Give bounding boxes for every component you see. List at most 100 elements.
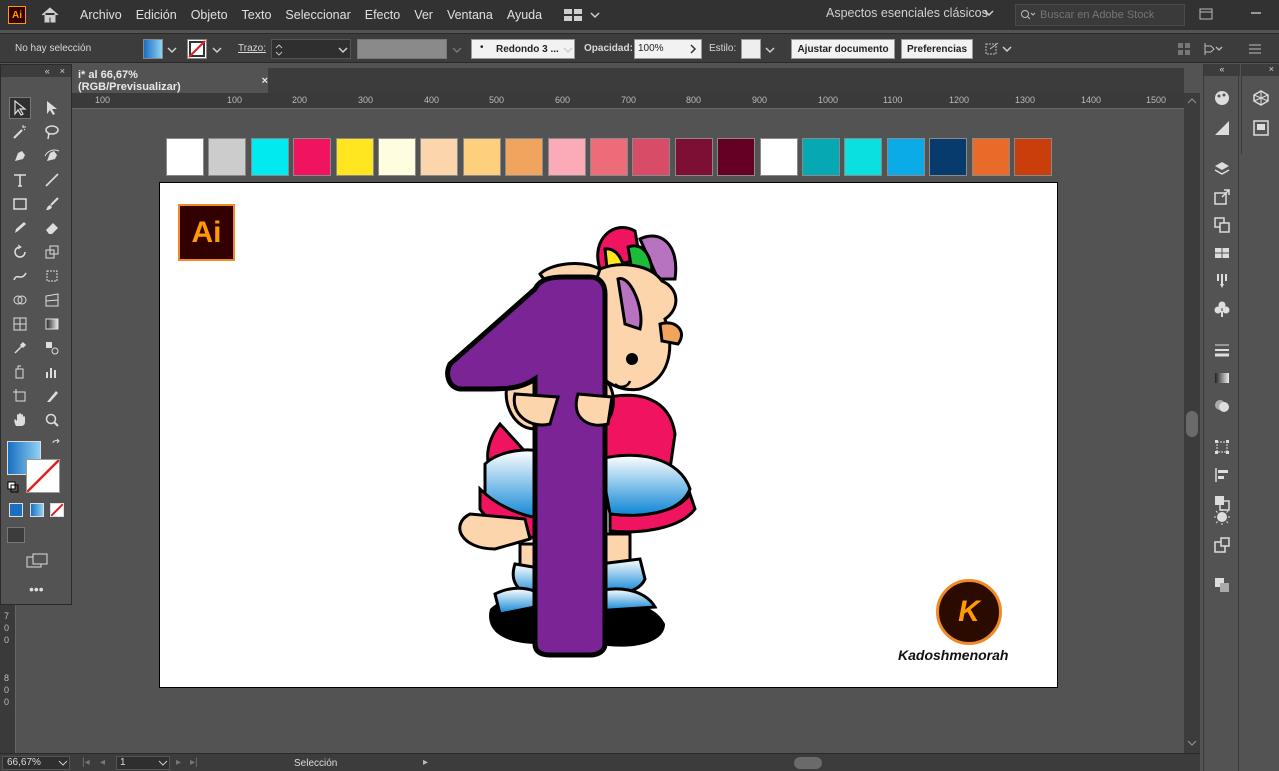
- align-panel-icon[interactable]: [1212, 465, 1232, 485]
- color-swatch[interactable]: [844, 138, 883, 176]
- edit-toolbar-icon[interactable]: •••: [29, 581, 44, 597]
- transform-panel-icon[interactable]: [1212, 437, 1232, 457]
- status-menu-arrow-icon[interactable]: ▸: [423, 757, 428, 768]
- next-artboard-icon[interactable]: ▸: [176, 757, 181, 768]
- artboards-icon[interactable]: [1212, 215, 1232, 235]
- color-swatch[interactable]: [250, 138, 289, 176]
- first-artboard-icon[interactable]: |◂: [82, 757, 90, 768]
- fit-document-button[interactable]: Ajustar documento: [791, 39, 895, 59]
- line-tool[interactable]: [41, 169, 63, 191]
- export-icon[interactable]: [1212, 187, 1232, 207]
- gradient-mode-button[interactable]: [30, 503, 44, 517]
- lasso-tool[interactable]: [41, 121, 63, 143]
- menu-ventana[interactable]: Ventana: [447, 8, 493, 22]
- scale-tool[interactable]: [41, 241, 63, 263]
- variable-width-profile[interactable]: [357, 39, 447, 59]
- hand-tool[interactable]: [9, 409, 31, 431]
- magic-wand-tool[interactable]: [9, 121, 31, 143]
- isolate-icon[interactable]: [1202, 41, 1224, 57]
- document-tab[interactable]: i* al 66,67% (RGB/Previsualizar) ×: [72, 68, 268, 93]
- menu-efecto[interactable]: Efecto: [365, 8, 400, 22]
- color-swatch[interactable]: [505, 138, 544, 176]
- window-icon[interactable]: [1198, 6, 1214, 22]
- dock-close-icon[interactable]: ×: [1242, 64, 1279, 76]
- slice-tool[interactable]: [41, 385, 63, 407]
- menu-objeto[interactable]: Objeto: [191, 8, 228, 22]
- symbol-sprayer-tool[interactable]: [9, 361, 31, 383]
- warp-tool[interactable]: [9, 265, 31, 287]
- eyedropper-tool[interactable]: [9, 337, 31, 359]
- symbols-icon[interactable]: [1212, 299, 1232, 319]
- color-swatch[interactable]: [378, 138, 416, 176]
- chevron-down-icon[interactable]: [1187, 739, 1197, 747]
- menu-edicion[interactable]: Edición: [136, 8, 177, 22]
- color-swatch[interactable]: [717, 138, 756, 176]
- shaper-tool[interactable]: [9, 217, 31, 239]
- last-artboard-icon[interactable]: ▸|: [190, 757, 198, 768]
- dock-collapse-icon[interactable]: «: [1204, 64, 1240, 76]
- draw-normal-button[interactable]: [7, 527, 25, 543]
- chevron-down-icon[interactable]: [158, 759, 168, 767]
- menu-archivo[interactable]: Archivo: [80, 8, 122, 22]
- stock-search-input[interactable]: [1040, 9, 1180, 21]
- color-swatch[interactable]: [802, 138, 840, 176]
- color-swatch[interactable]: [335, 138, 374, 176]
- horizontal-scrollbar[interactable]: [434, 756, 1180, 770]
- perspective-grid-tool[interactable]: [41, 289, 63, 311]
- color-swatch[interactable]: [929, 138, 968, 176]
- prev-artboard-icon[interactable]: ◂: [100, 757, 105, 768]
- brush-definition-dropdown[interactable]: • Redondo 3 ...: [471, 39, 575, 59]
- color-swatch[interactable]: [674, 138, 713, 176]
- menu-ver[interactable]: Ver: [414, 8, 433, 22]
- libraries-icon[interactable]: [1251, 118, 1271, 138]
- number-one-character-illustration[interactable]: [440, 219, 700, 665]
- opacity-field[interactable]: 100%: [634, 39, 702, 59]
- menu-lines-icon[interactable]: [1248, 42, 1262, 56]
- menu-seleccionar[interactable]: Seleccionar: [285, 8, 350, 22]
- transparency-icon[interactable]: [1212, 396, 1232, 416]
- menu-texto[interactable]: Texto: [242, 8, 272, 22]
- zoom-tool[interactable]: [41, 409, 63, 431]
- color-swatch[interactable]: [547, 138, 586, 176]
- color-swatch[interactable]: [166, 138, 204, 176]
- color-swatch[interactable]: [759, 138, 798, 176]
- transform-icon[interactable]: [984, 41, 1012, 57]
- blend-tool[interactable]: [41, 337, 63, 359]
- appearance-icon[interactable]: [1212, 507, 1232, 527]
- swatches-icon[interactable]: [1212, 243, 1232, 263]
- draw-inside-button[interactable]: [49, 527, 67, 543]
- paintbrush-tool[interactable]: [41, 193, 63, 215]
- graphic-styles-icon[interactable]: [1212, 575, 1232, 595]
- layers-icon[interactable]: [1212, 159, 1232, 179]
- chevron-down-icon[interactable]: [167, 46, 177, 54]
- none-mode-button[interactable]: [50, 503, 64, 517]
- horizontal-scroll-thumb[interactable]: [794, 757, 822, 769]
- stroke-weight-field[interactable]: [271, 39, 351, 59]
- close-tab-icon[interactable]: ×: [262, 75, 268, 87]
- horizontal-ruler[interactable]: 100 100 200 300 400 500 600 700 800 900 …: [72, 93, 1184, 109]
- screen-mode-icon[interactable]: [25, 552, 49, 570]
- artboard-tool[interactable]: [9, 385, 31, 407]
- color-swatch[interactable]: [971, 138, 1010, 176]
- stroke-swatch[interactable]: [187, 39, 207, 59]
- color-swatch[interactable]: [1014, 138, 1052, 176]
- default-colors-icon[interactable]: [7, 481, 19, 493]
- image-trace-icon[interactable]: [1212, 535, 1232, 555]
- chevron-down-icon[interactable]: [212, 46, 222, 54]
- fill-swatch[interactable]: [143, 39, 163, 59]
- free-transform-tool[interactable]: [41, 265, 63, 287]
- gradient-swatch-icon[interactable]: [1212, 368, 1232, 388]
- home-icon[interactable]: [40, 6, 60, 24]
- chevron-down-icon[interactable]: [984, 8, 994, 18]
- rectangle-tool[interactable]: [9, 193, 31, 215]
- brushes-icon[interactable]: [1212, 271, 1232, 291]
- chevron-down-icon[interactable]: [563, 46, 573, 54]
- arrange-documents-button[interactable]: [564, 9, 600, 21]
- color-swatch[interactable]: [590, 138, 628, 176]
- workspace-switcher[interactable]: Aspectos esenciales clásicos: [826, 6, 988, 20]
- color-swatch[interactable]: [293, 138, 332, 176]
- mesh-tool[interactable]: [9, 313, 31, 335]
- color-guide-icon[interactable]: [1212, 88, 1232, 108]
- chevron-up-icon[interactable]: [1187, 97, 1197, 105]
- chevron-down-icon[interactable]: [452, 46, 462, 54]
